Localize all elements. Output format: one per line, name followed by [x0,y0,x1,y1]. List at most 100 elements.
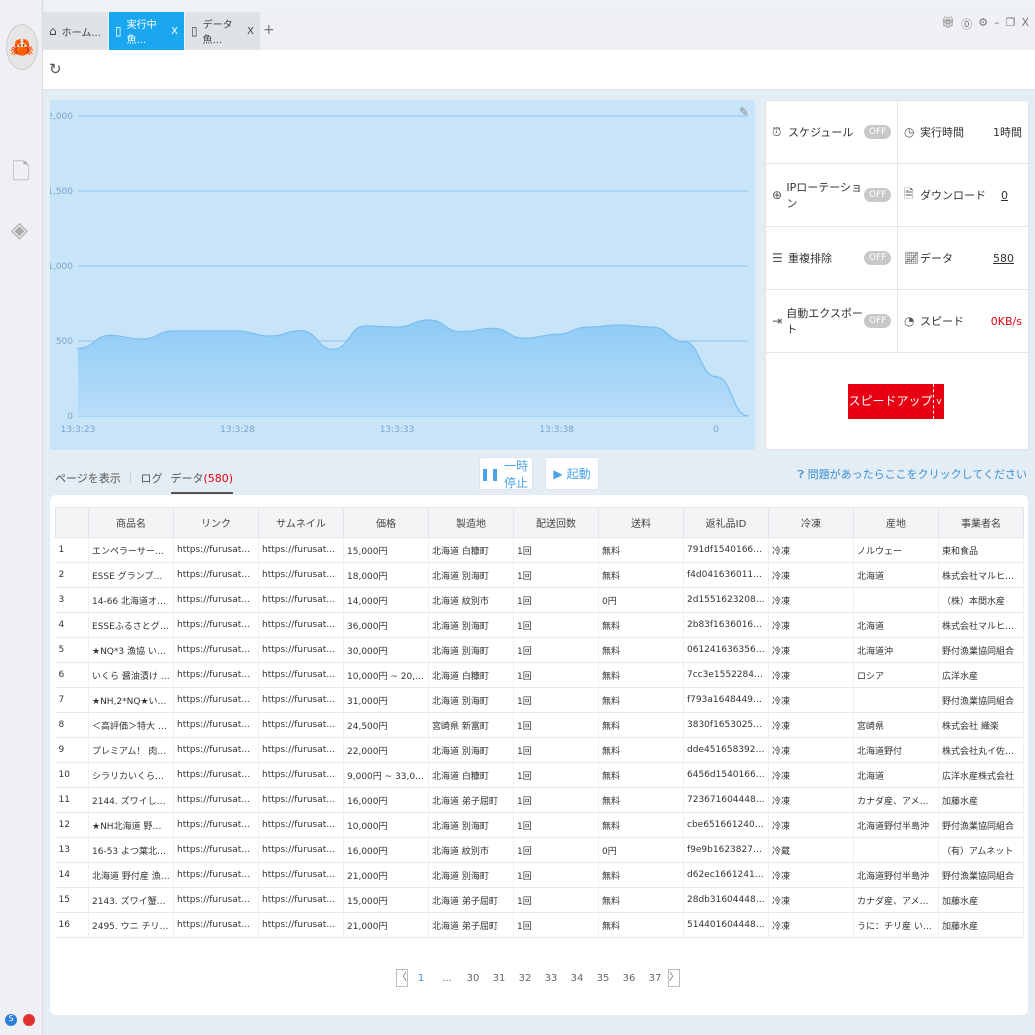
edit-icon[interactable]: ✎ [739,105,749,119]
table-row[interactable]: 7★NH,2*NQ★いくら ホタ...https://furusatohonpo… [55,687,1024,713]
gift-icon[interactable]: 🎁︎ [941,16,955,32]
table-row[interactable]: 5★NQ*3 漁協 いくら 750g...https://furusatohon… [55,637,1024,663]
table-cell: 冷凍 [768,712,854,738]
ip-rotation-toggle[interactable]: OFF [864,188,891,202]
tab-home[interactable]: ⌂ ホーム... [43,12,108,50]
chevron-down-icon[interactable]: v [934,397,944,407]
page-number[interactable]: 37 [642,973,668,984]
column-header[interactable]: 商品名 [88,507,174,538]
table-cell: 3830f1653025433 [683,712,769,738]
table-cell: 7cc3e1552284495 [683,662,769,688]
table-row[interactable]: 9プレミアム！ 肉厚濃厚 ほ...https://furusatohonpo.j… [55,737,1024,763]
speedup-button[interactable]: スピードアップ v [848,384,944,419]
table-cell: 12 [55,812,89,838]
column-header[interactable] [55,507,89,538]
page-number[interactable]: 30 [460,973,486,984]
dedupe-toggle[interactable]: OFF [864,251,891,265]
table-row[interactable]: 14北海道 野付産 漁協直送...https://furusatohonpo.j… [55,862,1024,888]
table-cell: 北海道 弟子屈町 [428,887,514,913]
data-point [619,324,622,326]
record-icon[interactable] [23,1014,35,1026]
column-header[interactable]: 製造地 [428,507,514,538]
settings-icon[interactable]: ⚙ [978,16,988,32]
table-row[interactable]: 8＜高評価＞特大 うなぎ 国...https://furusatohonpo.j… [55,712,1024,738]
x-tick-label: 0 [713,425,719,435]
table-cell: 9,000円 ~ 33,000円 [343,762,429,788]
skype-icon[interactable]: S [5,1014,17,1026]
column-header[interactable]: 価格 [343,507,429,538]
help-link[interactable]: ❓︎ 問題があったらここをクリックしてください [798,466,1027,482]
table-row[interactable]: 1エンペラーサーモン 900g...https://furusatohonpo.… [55,537,1024,563]
minimize-icon[interactable]: – [994,16,1000,32]
table-cell: 冷凍 [768,887,854,913]
tab-page-view[interactable]: ページを表示 [55,470,121,494]
document-icon: ▯ [115,24,122,38]
table-cell: 1回 [513,687,599,713]
close-icon[interactable]: X [1021,16,1029,32]
table-row[interactable]: 12★NH北海道 野付産 冷凍...https://furusatohonpo.… [55,812,1024,838]
table-cell: 1回 [513,887,599,913]
table-cell: 無料 [598,662,684,688]
table-cell: 22,000円 [343,737,429,763]
close-tab-icon[interactable]: X [247,26,254,37]
page-number[interactable]: ... [434,973,460,984]
table-cell: 野付漁業協同組合 [938,812,1024,838]
next-page-button[interactable]: 〉 [668,969,680,987]
table-row[interactable]: 314-66 北海道オホーツク...https://furusatohonpo.… [55,587,1024,613]
table-cell: ★NH北海道 野付産 冷凍... [88,812,174,838]
page-number[interactable]: 36 [616,973,642,984]
auto-export-toggle[interactable]: OFF [864,314,891,328]
column-header[interactable]: 配送回数 [513,507,599,538]
x-tick-label: 13:3:28 [220,425,255,435]
table-cell: 株式会社マルヒロ津田商店 [938,612,1024,638]
table-row[interactable]: 152143. ズワイ蟹しゃぶ1kg...https://furusatohon… [55,887,1024,913]
table-cell: 1 [55,537,89,563]
column-header[interactable]: 産地 [853,507,939,538]
restore-icon[interactable]: ❐ [1006,16,1016,32]
column-header[interactable]: 送料 [598,507,684,538]
column-header[interactable]: 返礼品ID [683,507,769,538]
table-cell: 30,000円 [343,637,429,663]
tab-running[interactable]: ▯ 実行中魚... X [109,12,184,50]
table-row[interactable]: 4ESSEふるさとグランプ...https://furusatohonpo.jp… [55,612,1024,638]
page-number[interactable]: 33 [538,973,564,984]
table-cell: 加藤水産 [938,787,1024,813]
page-number[interactable]: 31 [486,973,512,984]
chart-svg: 0 500 1,000 1,500 2,000 13:3:23 13:3:28 13:3:33… [47,112,749,435]
new-task-icon[interactable]: 🗋 [12,155,30,193]
pause-button[interactable]: ❚❚ 一時停止 [479,457,533,490]
refresh-icon[interactable]: ↻ [49,60,62,78]
page-number[interactable]: 35 [590,973,616,984]
column-header[interactable]: 冷凍 [768,507,854,538]
column-header[interactable]: サムネイル [258,507,344,538]
table-row[interactable]: 1316-53 よつ葉北海道バタ...https://furusatohonpo… [55,837,1024,863]
start-button[interactable]: ▶ 起動 [545,457,599,490]
close-tab-icon[interactable]: X [171,26,178,37]
table-cell: 北海道 紋別市 [428,587,514,613]
data-table: 商品名 リンク サムネイル 価格 製造地 配送回数 送料 返礼品ID 冷凍 産地 事業者名 1 エンペ… [55,507,1024,938]
data-point [587,326,590,328]
layers-icon[interactable]: ◈ [11,218,28,243]
table-row[interactable]: 2ESSE グランプリ総合1位...https://furusatohonpo.… [55,562,1024,588]
tab-data[interactable]: ▯ データ魚... X [185,12,260,50]
table-row[interactable]: 112144. ズワイしゃぶポー...https://furusatohonpo… [55,787,1024,813]
table-cell: 14,000円 [343,587,429,613]
table-row[interactable]: 162495. ウニ チリ産 冷凍 1...https://furusatoho… [55,912,1024,938]
page-number[interactable]: 1 [408,973,434,984]
page-number[interactable]: 34 [564,973,590,984]
column-header[interactable]: 事業者名 [938,507,1024,538]
table-row[interactable]: 10シラリカいくら（醤油味）https://furusatohonpo.jp/d… [55,762,1024,788]
tab-data-view[interactable]: データ(580) [170,470,234,494]
table-row[interactable]: 6いくら 醤油漬け 鱒卵 400...https://furusatohonpo… [55,662,1024,688]
schedule-toggle[interactable]: OFF [864,125,891,139]
table-cell: 北海道 別海町 [428,737,514,763]
table-cell: https://furusatohonpo.jp/d... [258,537,344,563]
help-icon[interactable]: ⓪ [961,16,972,32]
prev-page-button[interactable]: 〈 [396,969,408,987]
table-cell: 広洋水産株式会社 [938,762,1024,788]
table-cell: カナダ産、アメリカ産、... [853,787,939,813]
column-header[interactable]: リンク [173,507,259,538]
new-tab-button[interactable]: + [263,22,275,38]
tab-log[interactable]: ログ [141,470,163,494]
page-number[interactable]: 32 [512,973,538,984]
